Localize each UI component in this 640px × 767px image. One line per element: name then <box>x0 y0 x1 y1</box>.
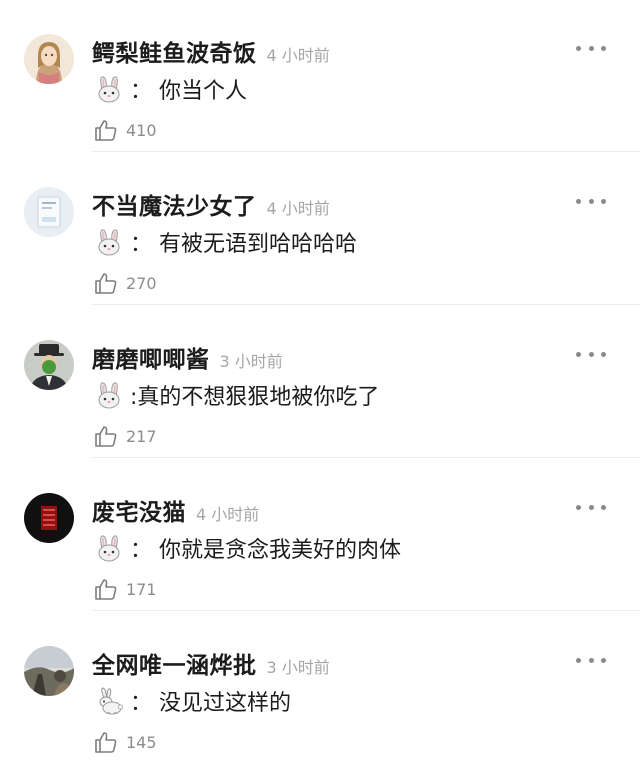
like-count: 410 <box>126 120 157 140</box>
comment-body: ： 你当个人 <box>130 79 247 104</box>
rabbit-face-icon <box>94 380 124 410</box>
more-dots-icon[interactable] <box>576 40 606 56</box>
comment-body: ： 你就是贪念我美好的肉体 <box>130 538 401 563</box>
like-button[interactable]: 145 <box>94 728 157 756</box>
comment-text: ： 有被无语到哈哈哈哈 <box>94 225 357 259</box>
divider <box>92 610 640 611</box>
timestamp: 4 小时前 <box>266 199 330 218</box>
avatar[interactable] <box>24 646 74 696</box>
like-count: 270 <box>126 273 157 293</box>
username[interactable]: 全网唯一涵烨批 <box>92 646 257 680</box>
like-button[interactable]: 410 <box>94 116 157 144</box>
divider <box>92 304 640 305</box>
more-dots-icon[interactable] <box>576 499 606 515</box>
username[interactable]: 废宅没猫 <box>92 493 186 527</box>
rabbit-icon <box>94 686 124 716</box>
rabbit-face-icon <box>94 74 124 104</box>
comment-body: ： 有被无语到哈哈哈哈 <box>130 232 357 257</box>
comment-body: :真的不想狠狠地被你吃了 <box>130 385 380 410</box>
like-button[interactable]: 270 <box>94 269 157 297</box>
thumbs-up-icon <box>94 730 118 754</box>
like-button[interactable]: 217 <box>94 422 157 450</box>
like-count: 171 <box>126 579 157 599</box>
avatar[interactable] <box>24 34 74 84</box>
username[interactable]: 鳄梨鲑鱼波奇饭 <box>92 34 257 68</box>
more-dots-icon[interactable] <box>576 193 606 209</box>
more-dots-icon[interactable] <box>576 652 606 668</box>
avatar[interactable] <box>24 340 74 390</box>
comment-item: 废宅没猫 4 小时前 ： 你就是贪念我美好的肉体 171 <box>0 459 640 611</box>
like-count: 145 <box>126 732 157 752</box>
timestamp: 4 小时前 <box>266 46 330 65</box>
comment-text: :真的不想狠狠地被你吃了 <box>94 378 379 412</box>
thumbs-up-icon <box>94 424 118 448</box>
comment-body: ： 没见过这样的 <box>130 691 291 716</box>
like-count: 217 <box>126 426 157 446</box>
comment-item: 磨磨唧唧酱 3 小时前 :真的不想狠狠地被你吃了 217 <box>0 306 640 458</box>
thumbs-up-icon <box>94 118 118 142</box>
rabbit-face-icon <box>94 533 124 563</box>
like-button[interactable]: 171 <box>94 575 157 603</box>
thumbs-up-icon <box>94 271 118 295</box>
more-dots-icon[interactable] <box>576 346 606 362</box>
divider <box>92 457 640 458</box>
comment-text: ： 你当个人 <box>94 72 247 106</box>
avatar[interactable] <box>24 187 74 237</box>
comment-text: ： 你就是贪念我美好的肉体 <box>94 531 401 565</box>
timestamp: 4 小时前 <box>196 505 260 524</box>
avatar[interactable] <box>24 493 74 543</box>
divider <box>92 151 640 152</box>
comment-item: 不当魔法少女了 4 小时前 ： 有被无语到哈哈哈哈 270 <box>0 153 640 305</box>
comment-list: 鳄梨鲑鱼波奇饭 4 小时前 ： 你当个人 410 不当魔法少女了 4 小时前 ：… <box>0 0 640 767</box>
thumbs-up-icon <box>94 577 118 601</box>
comment-text: ： 没见过这样的 <box>94 684 291 718</box>
username[interactable]: 磨磨唧唧酱 <box>92 340 210 374</box>
comment-item: 鳄梨鲑鱼波奇饭 4 小时前 ： 你当个人 410 <box>0 0 640 152</box>
timestamp: 3 小时前 <box>266 658 330 677</box>
username[interactable]: 不当魔法少女了 <box>92 187 257 221</box>
timestamp: 3 小时前 <box>219 352 283 371</box>
comment-item: 全网唯一涵烨批 3 小时前 ： 没见过这样的 145 <box>0 612 640 764</box>
rabbit-face-icon <box>94 227 124 257</box>
